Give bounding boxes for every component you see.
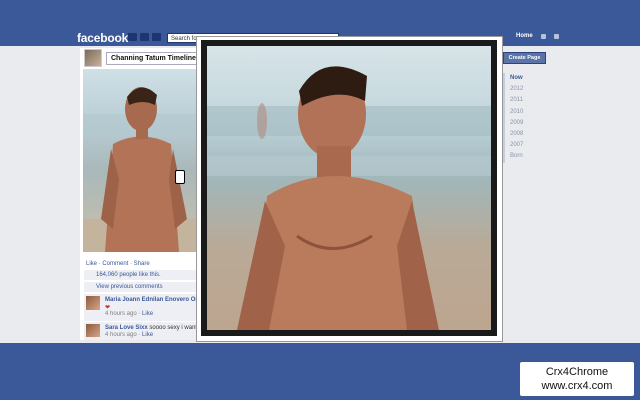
watermark-url: www.crx4.com: [541, 380, 613, 392]
year-item-2011[interactable]: 2011: [510, 95, 523, 106]
comment-time: 4 hours ago: [105, 311, 137, 317]
notification-jewels: [128, 33, 161, 41]
home-link[interactable]: Home: [516, 33, 533, 39]
commenter-name[interactable]: Maria Joann Ednilan Enovero: [105, 297, 189, 303]
watermark-badge: Crx4Chrome www.crx4.com: [520, 362, 634, 396]
comment-text: soooo sexy i want: [149, 325, 198, 331]
search-placeholder: Search for: [171, 36, 199, 42]
comment-item: Sara Love Sixx soooo sexy i want 4 hours…: [84, 322, 198, 340]
comment-time: 4 hours ago: [105, 332, 137, 338]
settings-gear-icon[interactable]: [553, 33, 559, 39]
watermark-title: Crx4Chrome: [545, 366, 609, 378]
view-previous-comments-link[interactable]: View previous comments: [84, 282, 198, 292]
year-item-now[interactable]: Now: [510, 73, 523, 84]
profile-name: Channing Tatum: [111, 54, 166, 62]
year-item-2009[interactable]: 2009: [510, 118, 523, 129]
profile-name-box[interactable]: Channing Tatum Timeline: [106, 51, 201, 65]
likes-count[interactable]: 164,060 people like this.: [84, 270, 198, 280]
post-photo-thumbnail[interactable]: [83, 69, 198, 252]
create-page-button[interactable]: Create Page: [503, 52, 546, 64]
year-item-2010[interactable]: 2010: [510, 107, 523, 118]
commenter-avatar[interactable]: [86, 296, 100, 310]
shirtless-man-photo-small: [83, 87, 198, 252]
year-item-2007[interactable]: 2007: [510, 140, 523, 151]
profile-header: Channing Tatum Timeline: [84, 49, 201, 67]
comment-like-link[interactable]: Like: [142, 332, 153, 338]
messages-icon[interactable]: [140, 33, 149, 41]
nav-links: Home: [516, 33, 559, 39]
heart-emoji: ❤: [105, 305, 111, 311]
year-item-born[interactable]: Born: [510, 151, 523, 162]
year-item-2008[interactable]: 2008: [510, 129, 523, 140]
year-item-2012[interactable]: 2012: [510, 84, 523, 95]
profile-avatar[interactable]: [84, 49, 102, 67]
shirtless-man-photo-large: [207, 66, 491, 330]
notifications-globe-icon[interactable]: [152, 33, 161, 41]
photo-zoom-image[interactable]: [207, 46, 491, 330]
right-column: Create Page: [503, 52, 546, 64]
commenter-name[interactable]: Sara Love Sixx: [105, 325, 148, 331]
hand-cursor-icon: [175, 170, 185, 184]
comment-like-link[interactable]: Like: [142, 311, 153, 317]
timeline-tab[interactable]: Timeline: [168, 55, 196, 62]
friend-icon[interactable]: [540, 33, 546, 39]
facebook-logo[interactable]: facebook: [77, 31, 128, 45]
post-actions[interactable]: Like · Comment · Share: [86, 261, 150, 267]
timeline-year-nav: Now 2012 2011 2010 2009 2008 2007 Born: [503, 73, 523, 163]
friend-requests-icon[interactable]: [128, 33, 137, 41]
commenter-avatar[interactable]: [86, 324, 100, 337]
comment-item: Maria Joann Ednilan Enovero Om ❤ 4 hours…: [84, 294, 201, 321]
